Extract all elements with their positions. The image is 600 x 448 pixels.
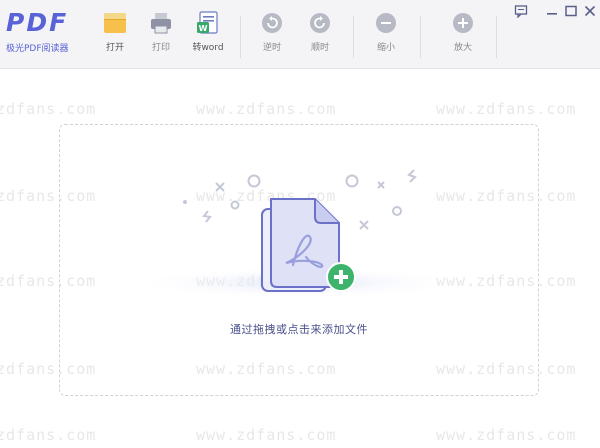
ring-icon: [230, 200, 240, 210]
feedback-icon[interactable]: [514, 4, 528, 18]
rotate-ccw-label: 逆时: [262, 43, 281, 53]
zoom-out-button[interactable]: 缩小: [371, 10, 401, 60]
cross-icon: [359, 220, 369, 230]
printer-icon: [151, 13, 171, 34]
ring-icon: [392, 206, 402, 216]
convert-word-button[interactable]: W 转word: [188, 10, 228, 60]
app-title: 极光PDF阅读器: [6, 44, 69, 54]
watermark-text: www.zdfans.com: [436, 426, 577, 444]
cross-icon: [377, 181, 385, 189]
word-convert-icon: W: [197, 11, 218, 34]
ring-icon: [345, 174, 359, 188]
rotate-ccw-icon: [257, 10, 287, 36]
maximize-icon[interactable]: [564, 4, 578, 18]
toolbar-divider: [496, 16, 497, 58]
watermark-text: www.zdfans.com: [196, 426, 337, 444]
watermark-text: www.zdfans.com: [436, 100, 577, 118]
watermark-text: zdfans.com: [0, 100, 97, 118]
ring-icon: [247, 174, 261, 188]
close-icon[interactable]: [583, 4, 597, 18]
add-file-icon: [326, 262, 356, 292]
zigzag-icon: [202, 210, 212, 223]
convert-word-label: 转word: [192, 43, 224, 53]
minimize-icon[interactable]: [545, 4, 559, 18]
open-label: 打开: [105, 43, 124, 53]
print-label: 打印: [151, 43, 170, 53]
zoom-out-label: 缩小: [376, 43, 395, 53]
rotate-cw-icon: [305, 10, 335, 36]
open-button[interactable]: 打开: [98, 10, 132, 60]
toolbar-divider: [420, 16, 421, 58]
file-drop-zone[interactable]: 通过拖拽或点击来添加文件: [59, 124, 539, 396]
main-toolbar: PDF 极光PDF阅读器 打开 打印 W 转word 逆时 顺时 缩小 放大: [0, 0, 600, 69]
zoom-out-icon: [371, 10, 401, 36]
drop-illustration: [129, 169, 469, 299]
toolbar-divider: [240, 16, 241, 58]
rotate-cw-label: 顺时: [310, 43, 329, 53]
svg-text:W: W: [199, 24, 208, 33]
cross-icon: [215, 182, 225, 192]
rotate-cw-button[interactable]: 顺时: [305, 10, 335, 60]
print-button[interactable]: 打印: [144, 10, 178, 60]
logo-mark: PDF: [6, 8, 69, 37]
zoom-in-label: 放大: [453, 43, 472, 53]
folder-icon: [104, 13, 126, 33]
drop-hint-text: 通过拖拽或点击来添加文件: [230, 323, 368, 336]
rotate-ccw-button[interactable]: 逆时: [257, 10, 287, 60]
watermark-text: zdfans.com: [0, 426, 97, 444]
app-logo: PDF 极光PDF阅读器: [4, 8, 74, 56]
zigzag-icon: [407, 169, 417, 183]
toolbar-divider: [353, 16, 354, 58]
zoom-in-icon: [448, 10, 478, 36]
watermark-text: www.zdfans.com: [196, 100, 337, 118]
zoom-in-button[interactable]: 放大: [448, 10, 478, 60]
